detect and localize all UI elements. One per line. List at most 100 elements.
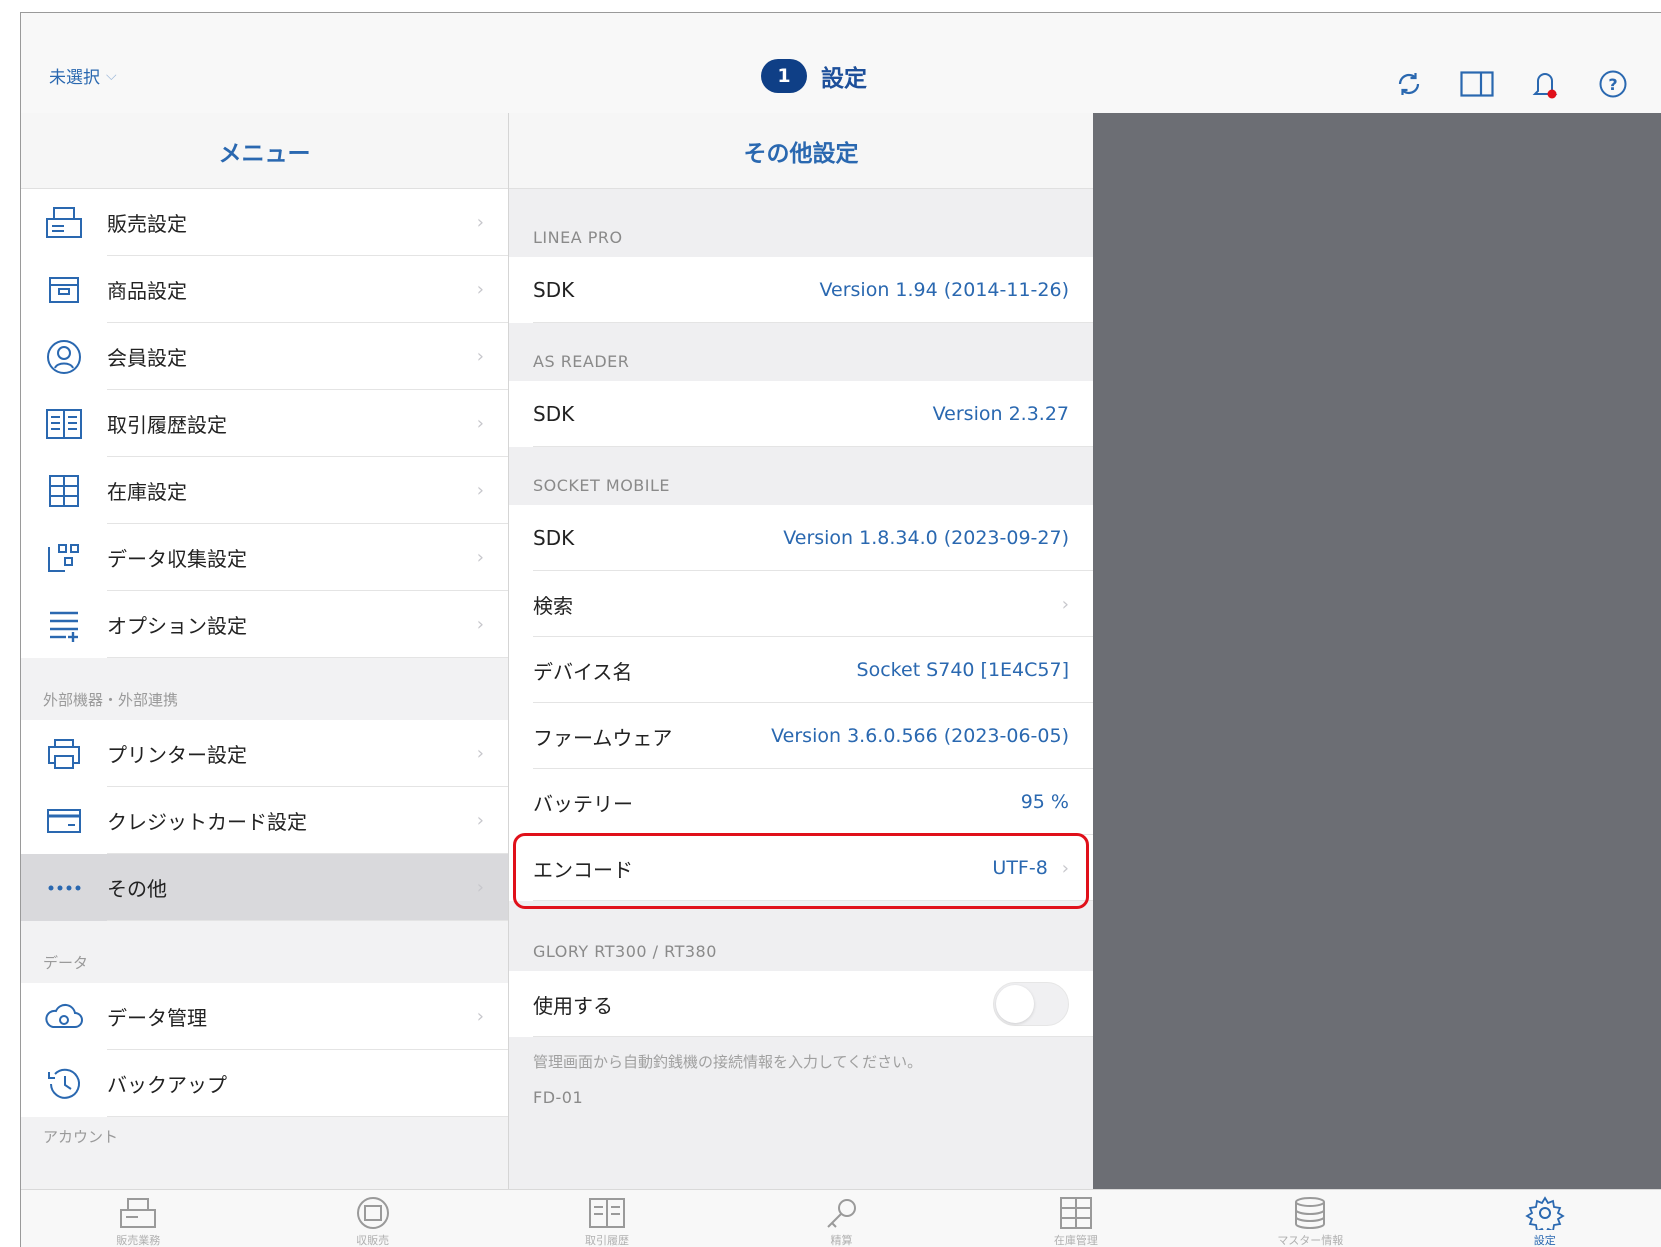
chevron-right-icon: ›: [476, 810, 484, 831]
tab-settlement[interactable]: 精算: [724, 1190, 958, 1247]
row-label: 検索: [533, 593, 573, 618]
menu-item-data-management[interactable]: データ管理 ›: [21, 983, 508, 1050]
battery-row: バッテリー 95 %: [509, 769, 1093, 835]
row-label: SDK: [533, 402, 575, 426]
store-selector-label: 未選択: [49, 68, 100, 88]
printer-icon: [21, 737, 107, 771]
menu-item-data-collection-settings[interactable]: データ収集設定 ›: [21, 524, 508, 591]
section-header-linea: LINEA PRO: [533, 228, 623, 247]
shelf-icon: [21, 473, 107, 509]
header-actions: ?: [1392, 67, 1630, 101]
svg-text:?: ?: [1608, 75, 1617, 94]
tab-label: 設定: [1533, 1234, 1556, 1247]
chevron-right-icon: ›: [476, 413, 484, 434]
card-icon: [21, 806, 107, 836]
tab-master[interactable]: マスター情報: [1193, 1190, 1427, 1247]
device-name-row: デバイス名 Socket S740 [1E4C57]: [509, 637, 1093, 703]
database-icon: [1295, 1197, 1326, 1230]
tab-sales[interactable]: 販売業務: [21, 1190, 255, 1247]
sync-icon[interactable]: [1392, 67, 1426, 101]
ledger-icon: [21, 407, 107, 441]
hierarchy-icon: [21, 541, 107, 575]
section-header: アカウント: [43, 1128, 119, 1146]
row-label: 使用する: [533, 993, 613, 1018]
chevron-right-icon: ›: [476, 743, 484, 764]
tab-label: 販売業務: [116, 1234, 161, 1247]
split-view-icon[interactable]: [1460, 67, 1494, 101]
list-plus-icon: [21, 608, 107, 642]
shelf-icon: [1059, 1197, 1092, 1229]
menu-item-label: データ管理: [107, 1006, 207, 1030]
help-icon[interactable]: ?: [1596, 67, 1630, 101]
menu-item-product-settings[interactable]: 商品設定 ›: [21, 256, 508, 323]
menu-item-transaction-settings[interactable]: 取引履歴設定 ›: [21, 390, 508, 457]
tab-label: 在庫管理: [1053, 1234, 1098, 1247]
tab-inventory[interactable]: 在庫管理: [959, 1190, 1193, 1247]
page-title: 設定: [821, 66, 867, 92]
settings-panel: その他設定 LINEA PRO SDK Version 1.94 (2014-1…: [509, 113, 1093, 1189]
chevron-right-icon: ›: [476, 480, 484, 501]
menu-item-label: その他: [107, 877, 167, 901]
menu-item-label: 販売設定: [107, 212, 187, 236]
register-icon: [21, 205, 107, 241]
menu-item-other[interactable]: その他 ›: [21, 854, 508, 921]
menu-item-label: クレジットカード設定: [107, 810, 307, 834]
use-glory-toggle[interactable]: [993, 982, 1069, 1026]
chevron-right-icon: ›: [476, 547, 484, 568]
chevron-right-icon: ›: [476, 346, 484, 367]
menu-item-backup[interactable]: バックアップ: [21, 1050, 508, 1117]
menu-item-label: データ収集設定: [107, 547, 247, 571]
app-window: 未選択 ⌵ 1 設定 ? メニュー 販売設定 › 商品設定 › 会員設定 › 取…: [20, 12, 1661, 1247]
row-value: Version 3.6.0.566 (2023-06-05): [771, 725, 1069, 747]
section-header: 外部機器・外部連携: [43, 691, 179, 709]
firmware-row: ファームウェア Version 3.6.0.566 (2023-06-05): [509, 703, 1093, 769]
tab-settings[interactable]: 設定: [1428, 1190, 1661, 1247]
bell-icon[interactable]: [1528, 67, 1562, 101]
search-row[interactable]: 検索 ›: [509, 571, 1093, 637]
menu-item-label: オプション設定: [107, 614, 247, 638]
section-header-asreader: AS READER: [533, 352, 630, 371]
tab-bar: 販売業務 収販売 取引履歴 精算 在庫管理 マスター情報 設定: [21, 1189, 1661, 1247]
asreader-sdk-row: SDK Version 2.3.27: [509, 381, 1093, 447]
box-icon: [21, 274, 107, 306]
chevron-right-icon: ›: [476, 614, 484, 635]
menu-panel: メニュー 販売設定 › 商品設定 › 会員設定 › 取引履歴設定 › 在庫設定 …: [21, 113, 509, 1189]
menu-item-label: 会員設定: [107, 346, 187, 370]
linea-sdk-row: SDK Version 1.94 (2014-11-26): [509, 257, 1093, 323]
section-header-socket: SOCKET MOBILE: [533, 476, 670, 495]
tab-receipt[interactable]: 収販売: [255, 1190, 489, 1247]
menu-item-credit-card-settings[interactable]: クレジットカード設定 ›: [21, 787, 508, 854]
tab-transactions[interactable]: 取引履歴: [490, 1190, 724, 1247]
row-label: SDK: [533, 278, 575, 302]
dots-icon: [21, 883, 107, 893]
row-value: Socket S740 [1E4C57]: [856, 659, 1069, 681]
tab-label: 取引履歴: [585, 1234, 630, 1247]
menu-item-inventory-settings[interactable]: 在庫設定 ›: [21, 457, 508, 524]
history-icon: [21, 1064, 107, 1104]
encode-row[interactable]: エンコード UTF-8 ›: [509, 835, 1093, 901]
chevron-right-icon: ›: [1061, 593, 1069, 615]
menu-title: メニュー: [21, 113, 508, 189]
chevron-right-icon: ›: [476, 212, 484, 233]
row-value: 95 %: [1020, 791, 1069, 813]
menu-item-printer-settings[interactable]: プリンター設定 ›: [21, 720, 508, 787]
chevron-right-icon: ›: [476, 1006, 484, 1027]
section-header-glory: GLORY RT300 / RT380: [533, 942, 717, 961]
chevron-right-icon: ›: [476, 279, 484, 300]
row-label: バッテリー: [533, 791, 633, 816]
settings-title: その他設定: [509, 113, 1093, 189]
receipt-icon: [356, 1197, 389, 1229]
cloud-icon: [21, 1001, 107, 1033]
notification-badge[interactable]: 1: [761, 59, 807, 93]
store-selector[interactable]: 未選択 ⌵: [49, 63, 117, 89]
menu-item-sales-settings[interactable]: 販売設定 ›: [21, 189, 508, 256]
chevron-right-icon: ›: [476, 877, 484, 898]
row-value: UTF-8: [992, 857, 1048, 879]
chevron-down-icon: ⌵: [106, 67, 117, 84]
menu-item-label: バックアップ: [107, 1073, 227, 1097]
top-bar: 未選択 ⌵ 1 設定 ?: [21, 13, 1661, 113]
toggle-knob: [996, 985, 1034, 1023]
menu-item-member-settings[interactable]: 会員設定 ›: [21, 323, 508, 390]
menu-item-option-settings[interactable]: オプション設定 ›: [21, 591, 508, 658]
ledger-icon: [589, 1198, 626, 1228]
